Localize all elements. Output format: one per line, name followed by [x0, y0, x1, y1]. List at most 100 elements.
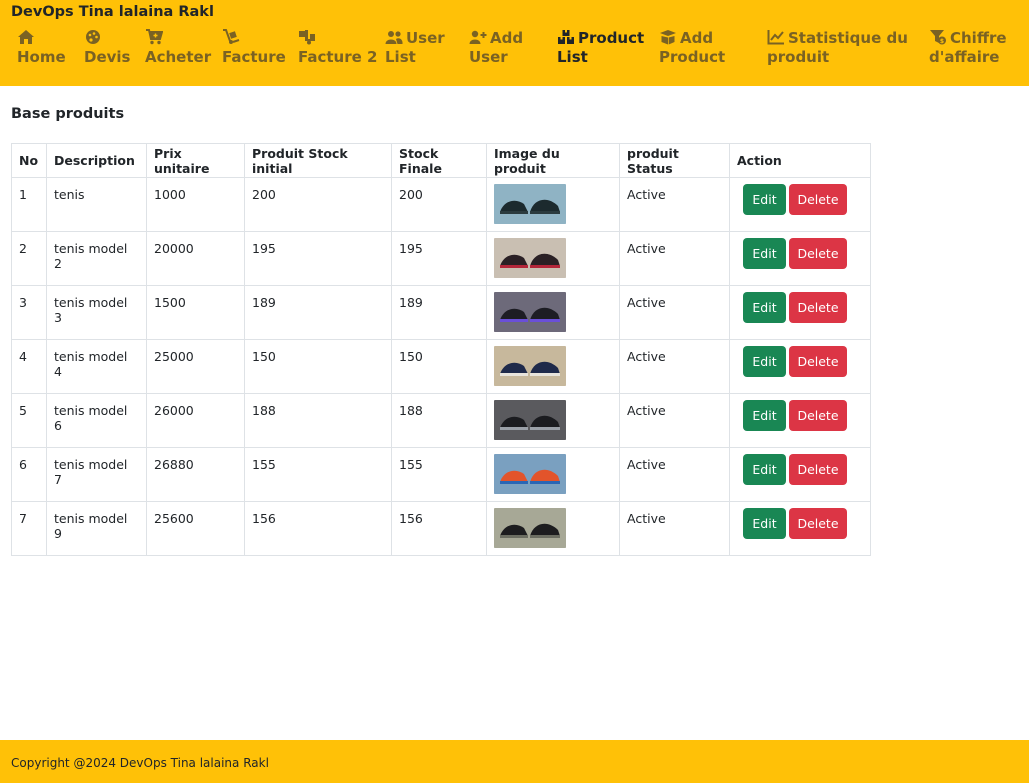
column-header-stock-finale: Stock Finale	[391, 143, 487, 178]
cell-prix: 20000	[146, 231, 245, 286]
cell-stock-finale: 200	[391, 177, 487, 232]
chart-line-icon	[767, 29, 785, 45]
nav-item-add-product[interactable]: Add Product	[659, 29, 725, 67]
product-thumbnail	[494, 454, 566, 494]
box-open-icon	[659, 29, 677, 45]
cell-stock-initial: 188	[244, 393, 392, 448]
cell-description: tenis	[46, 177, 147, 232]
cell-no: 1	[11, 177, 47, 232]
nav-item-acheter[interactable]: Acheter	[145, 29, 211, 67]
edit-button[interactable]: Edit	[743, 292, 786, 323]
product-thumbnail	[494, 184, 566, 224]
nav-label: Chiffre	[950, 29, 1007, 47]
nav-label: Add	[490, 29, 524, 47]
table-header-row: No Description Prix unitaire Produit Sto…	[11, 143, 871, 178]
cell-stock-finale: 150	[391, 339, 487, 394]
cell-status: Active	[619, 339, 730, 394]
edit-button[interactable]: Edit	[743, 454, 786, 485]
cell-status: Active	[619, 285, 730, 340]
nav-label: Product	[578, 29, 645, 47]
cell-prix: 25000	[146, 339, 245, 394]
nav-label-2: produit	[767, 48, 830, 66]
delete-button[interactable]: Delete	[789, 292, 847, 323]
users-icon	[385, 29, 403, 45]
delete-button[interactable]: Delete	[789, 346, 847, 377]
delete-button[interactable]: Delete	[789, 454, 847, 485]
nav-item-product-list[interactable]: Product List	[557, 29, 644, 67]
cell-stock-initial: 150	[244, 339, 392, 394]
cell-description: tenis model 7	[46, 447, 147, 502]
table-row: 3 tenis model 3 1500 189 189 Active Edit Delete	[11, 285, 871, 340]
top-navbar: DevOps Tina lalaina Rakl Home Devis Ache…	[0, 0, 1029, 86]
copyright-text: Copyright @2024 DevOps Tina lalaina Rakl	[11, 756, 269, 770]
boxes-icon	[557, 29, 575, 45]
brand-title[interactable]: DevOps Tina lalaina Rakl	[11, 4, 214, 20]
cell-image	[486, 177, 620, 232]
nav-label-2: List	[385, 48, 416, 66]
nav-item-chiffre[interactable]: $ Chiffre d'affaire	[929, 29, 1007, 67]
cell-stock-initial: 200	[244, 177, 392, 232]
product-thumbnail	[494, 346, 566, 386]
cell-prix: 1500	[146, 285, 245, 340]
nav-item-devis[interactable]: Devis	[84, 29, 130, 67]
cell-description: tenis model 3	[46, 285, 147, 340]
cell-action: Edit Delete	[729, 285, 871, 340]
cell-action: Edit Delete	[729, 231, 871, 286]
table-row: 2 tenis model 2 20000 195 195 Active Edit Delet…	[11, 231, 871, 286]
cell-prix: 26880	[146, 447, 245, 502]
table-row: 7 tenis model 9 25600 156 156 Active Edit Delet…	[11, 501, 871, 556]
cell-stock-initial: 189	[244, 285, 392, 340]
column-header-stock-initial: Produit Stock initial	[244, 143, 392, 178]
cell-stock-initial: 195	[244, 231, 392, 286]
page-title: Base produits	[11, 106, 125, 122]
cell-description: tenis model 9	[46, 501, 147, 556]
cell-image	[486, 393, 620, 448]
footer: Copyright @2024 DevOps Tina lalaina Rakl	[0, 740, 1029, 783]
cell-prix: 26000	[146, 393, 245, 448]
home-icon	[17, 29, 35, 45]
nav-item-facture-2[interactable]: Facture 2	[298, 29, 377, 67]
edit-button[interactable]: Edit	[743, 184, 786, 215]
user-plus-icon	[469, 29, 487, 45]
cell-description: tenis model 6	[46, 393, 147, 448]
cell-no: 6	[11, 447, 47, 502]
cell-stock-finale: 195	[391, 231, 487, 286]
cell-image	[486, 285, 620, 340]
nav-label: Facture 2	[298, 48, 378, 66]
nav-item-statistique[interactable]: Statistique du produit	[767, 29, 908, 67]
cell-stock-initial: 155	[244, 447, 392, 502]
column-header-action: Action	[729, 143, 871, 178]
table-row: 4 tenis model 4 25000 150 150 Active Edit Delet…	[11, 339, 871, 394]
table-row: 5 tenis model 6 26000 188 188 Active Edit Delet…	[11, 393, 871, 448]
cell-stock-finale: 155	[391, 447, 487, 502]
edit-button[interactable]: Edit	[743, 400, 786, 431]
nav-label: Facture	[222, 48, 286, 66]
nav-label: User	[406, 29, 445, 47]
svg-text:$: $	[940, 38, 944, 45]
cell-action: Edit Delete	[729, 501, 871, 556]
edit-button[interactable]: Edit	[743, 508, 786, 539]
cell-action: Edit Delete	[729, 447, 871, 502]
cell-stock-finale: 156	[391, 501, 487, 556]
delete-button[interactable]: Delete	[789, 184, 847, 215]
cell-status: Active	[619, 177, 730, 232]
delete-button[interactable]: Delete	[789, 508, 847, 539]
nav-label-2: List	[557, 48, 588, 66]
cell-stock-finale: 189	[391, 285, 487, 340]
nav-item-user-list[interactable]: User List	[385, 29, 445, 67]
delete-button[interactable]: Delete	[789, 400, 847, 431]
nav-item-add-user[interactable]: Add User	[469, 29, 523, 67]
delete-button[interactable]: Delete	[789, 238, 847, 269]
cell-prix: 1000	[146, 177, 245, 232]
nav-label: Add	[680, 29, 714, 47]
nav-label: Statistique du	[788, 29, 908, 47]
product-thumbnail	[494, 508, 566, 548]
nav-item-home[interactable]: Home	[17, 29, 66, 67]
column-header-image: Image du produit	[486, 143, 620, 178]
cell-no: 4	[11, 339, 47, 394]
nav-item-facture[interactable]: Facture	[222, 29, 286, 67]
cell-image	[486, 501, 620, 556]
product-thumbnail	[494, 400, 566, 440]
edit-button[interactable]: Edit	[743, 346, 786, 377]
edit-button[interactable]: Edit	[743, 238, 786, 269]
